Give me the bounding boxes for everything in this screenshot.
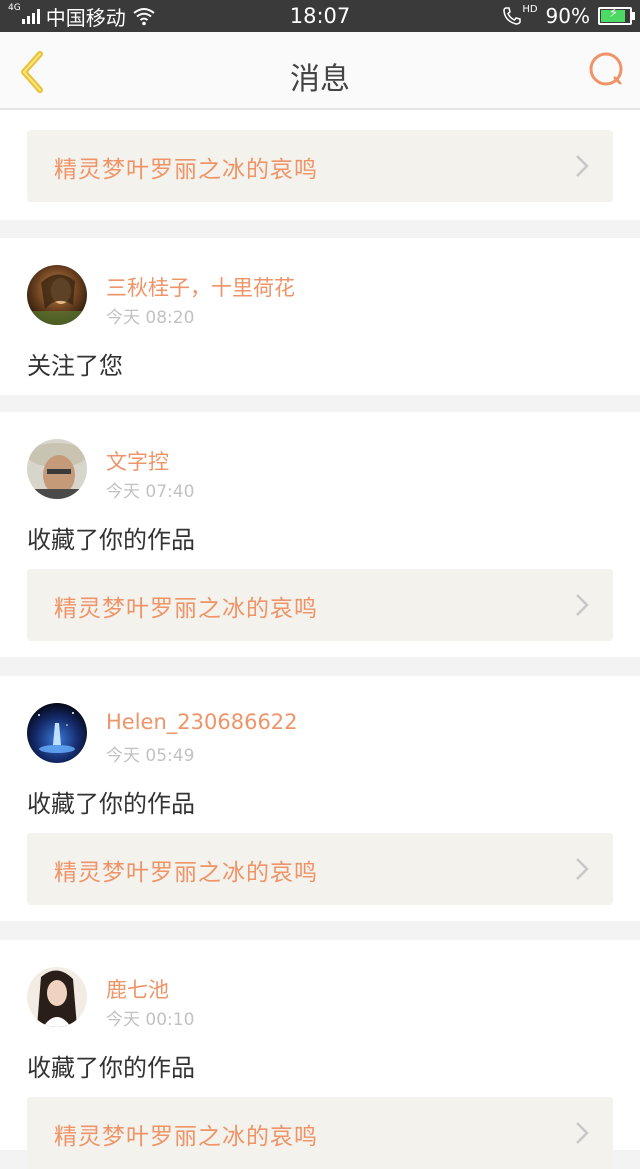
user-name[interactable]: Helen_230686622: [106, 710, 298, 734]
phone-icon: [503, 7, 522, 25]
message-item[interactable]: 鹿七池 今天 00:10 收藏了你的作品 精灵梦叶罗丽之冰的哀鸣: [0, 940, 640, 1169]
work-title: 精灵梦叶罗丽之冰的哀鸣: [54, 1124, 318, 1150]
hd-badge: HD: [522, 3, 538, 15]
message-time: 今天 08:20: [106, 308, 195, 328]
message-action: 关注了您: [27, 352, 123, 380]
message-action: 收藏了你的作品: [27, 790, 195, 818]
work-link[interactable]: 精灵梦叶罗丽之冰的哀鸣: [27, 1097, 613, 1169]
message-item[interactable]: Helen_230686622 今天 05:49 收藏了你的作品 精灵梦叶罗丽之…: [0, 676, 640, 921]
message-item[interactable]: 文字控 今天 07:40 收藏了你的作品 精灵梦叶罗丽之冰的哀鸣: [0, 412, 640, 657]
user-name[interactable]: 鹿七池: [106, 974, 169, 1004]
search-icon: [589, 52, 623, 86]
work-title: 精灵梦叶罗丽之冰的哀鸣: [54, 596, 318, 622]
work-link[interactable]: 精灵梦叶罗丽之冰的哀鸣: [27, 569, 613, 641]
chevron-right-icon: [576, 155, 589, 177]
user-name[interactable]: 三秋桂子，十里荷花: [106, 272, 295, 302]
chevron-right-icon: [576, 1122, 589, 1144]
message-time: 今天 07:40: [106, 482, 195, 502]
work-link[interactable]: 精灵梦叶罗丽之冰的哀鸣: [27, 833, 613, 905]
search-button[interactable]: [586, 50, 626, 90]
avatar[interactable]: [27, 265, 87, 325]
status-bar: 4G 中国移动 18:07 HD 90% ⚡: [0, 0, 640, 32]
work-title: 精灵梦叶罗丽之冰的哀鸣: [54, 157, 318, 183]
work-title: 精灵梦叶罗丽之冰的哀鸣: [54, 860, 318, 886]
chevron-right-icon: [576, 594, 589, 616]
message-time: 今天 05:49: [106, 746, 195, 766]
avatar[interactable]: [27, 967, 87, 1027]
avatar[interactable]: [27, 703, 87, 763]
work-link[interactable]: 精灵梦叶罗丽之冰的哀鸣: [27, 130, 613, 202]
message-time: 今天 00:10: [106, 1010, 195, 1030]
nav-bar: 消息: [0, 32, 640, 110]
battery-icon: ⚡: [598, 6, 635, 25]
battery-percent: 90%: [545, 4, 590, 28]
status-right: HD 90% ⚡: [502, 3, 635, 28]
avatar[interactable]: [27, 439, 87, 499]
message-action: 收藏了你的作品: [27, 526, 195, 554]
top-work-card: 精灵梦叶罗丽之冰的哀鸣: [0, 110, 640, 220]
user-name[interactable]: 文字控: [106, 446, 169, 476]
chevron-right-icon: [576, 858, 589, 880]
message-action: 收藏了你的作品: [27, 1054, 195, 1082]
page-title: 消息: [290, 62, 350, 97]
message-item[interactable]: 三秋桂子，十里荷花 今天 08:20 关注了您: [0, 238, 640, 395]
